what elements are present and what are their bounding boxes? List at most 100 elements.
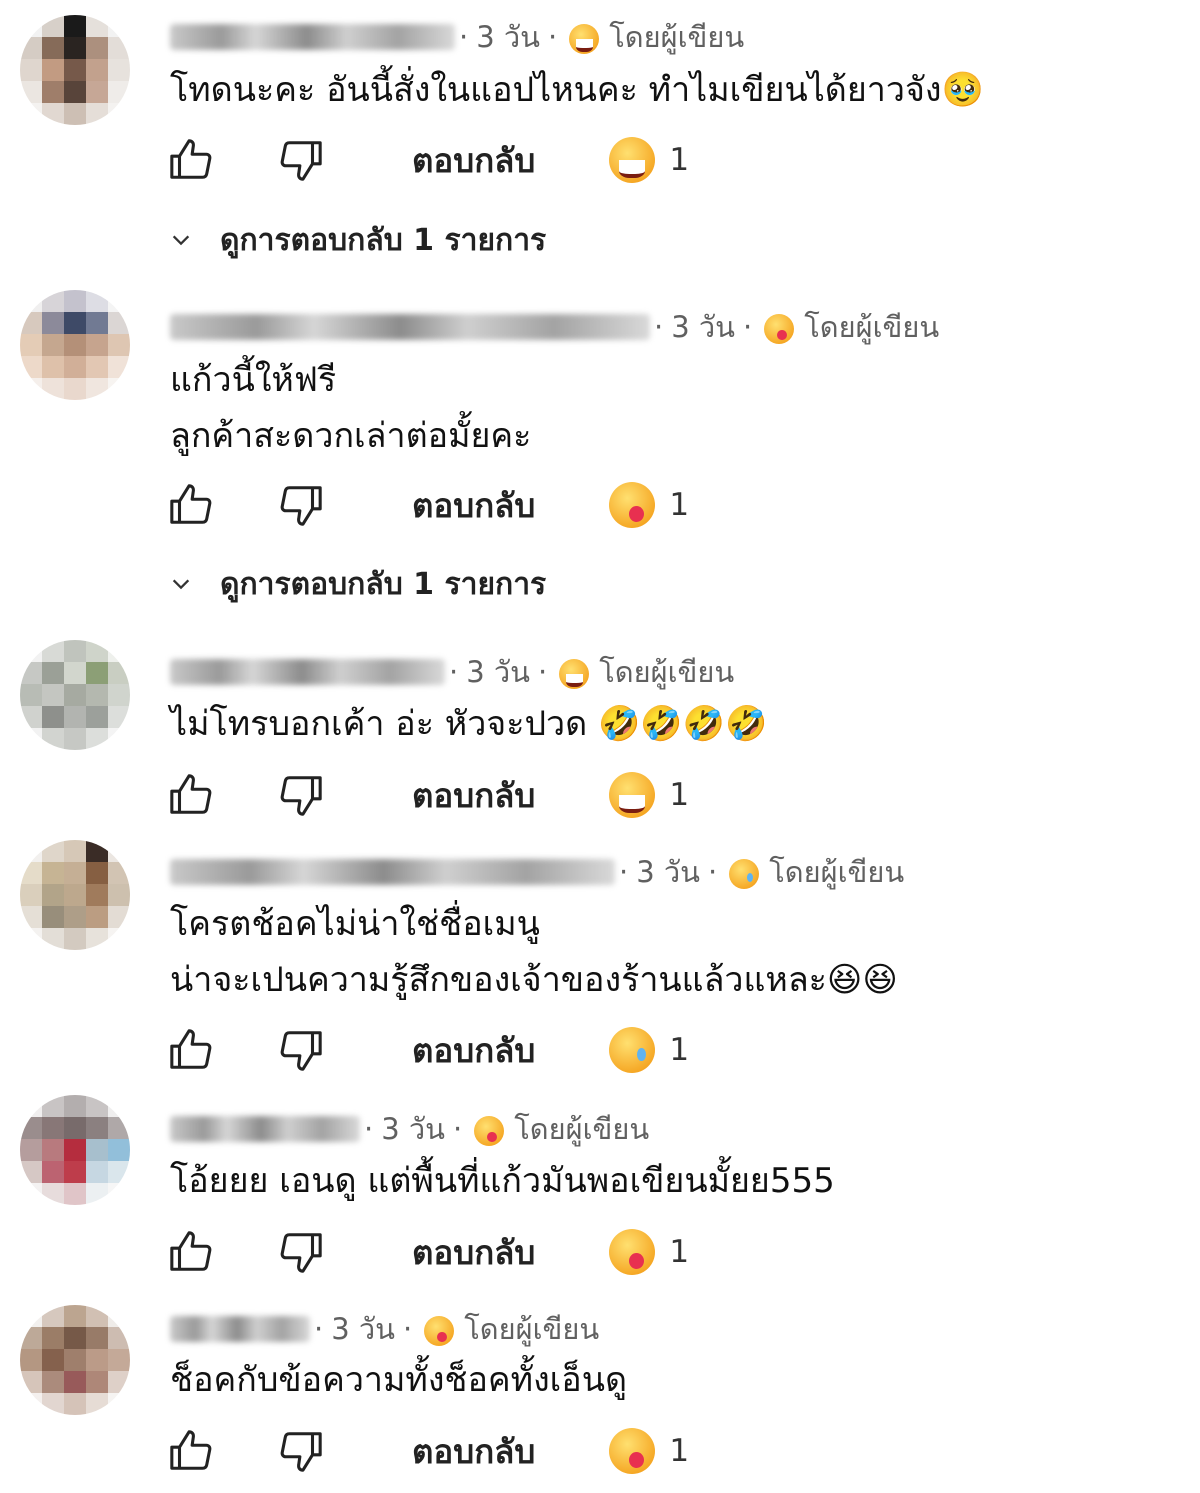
thumbs-up-icon[interactable] [168, 1229, 214, 1275]
thumbs-up-icon[interactable] [168, 137, 214, 183]
author-name-blurred[interactable] [170, 1316, 310, 1342]
comment-actions: ตอบกลับ 1 [168, 475, 689, 535]
separator-dot: · [449, 655, 459, 689]
comment-line: แก้วนี้ให้ฟรี [170, 360, 337, 400]
comment-line: โทดนะคะ อันนี้สั่งในแอปไหนคะ ทำไมเขียนได… [170, 70, 984, 110]
reaction-badge[interactable]: 1 [609, 482, 689, 528]
view-replies-button[interactable]: ดูการตอบกลับ 1 รายการ [170, 218, 546, 262]
comment-actions: ตอบกลับ 1 [168, 1020, 689, 1080]
comment-time: 3 วัน [381, 1112, 445, 1146]
comment-line: ลูกค้าสะดวกเล่าต่อมั้ยคะ [170, 416, 532, 456]
view-replies-label: ดูการตอบกลับ 1 รายการ [220, 566, 547, 602]
author-name-blurred[interactable] [170, 24, 455, 50]
comment-line: โอ้ยยย เอนดู แต่พื้นที่แก้วมันพอเขียนมั้… [170, 1161, 835, 1201]
author-name-blurred[interactable] [170, 314, 650, 340]
comment-actions: ตอบกลับ 1 [168, 1222, 689, 1282]
sad-relieved-emoji-icon [609, 1027, 656, 1073]
reply-button[interactable]: ตอบกลับ [412, 1226, 535, 1279]
reaction-badge[interactable]: 1 [609, 137, 689, 183]
avatar[interactable] [20, 640, 130, 750]
sad-relieved-emoji-icon [729, 859, 760, 889]
yum-tongue-emoji-icon [764, 314, 795, 344]
reaction-count: 1 [669, 142, 690, 178]
thumbs-down-icon[interactable] [278, 1428, 324, 1474]
reaction-count: 1 [669, 487, 690, 523]
reaction-badge[interactable]: 1 [609, 1428, 689, 1474]
reaction-badge[interactable]: 1 [609, 772, 689, 818]
author-reaction-label: โดยผู้เขียน [464, 1312, 600, 1346]
separator-dot: · [314, 1312, 324, 1346]
comment-time: 3 วัน [636, 855, 700, 889]
comment-actions: ตอบกลับ 1 [168, 1421, 689, 1481]
thumbs-up-icon[interactable] [168, 772, 214, 818]
author-name-blurred[interactable] [170, 659, 445, 685]
reaction-count: 1 [669, 1032, 690, 1068]
author-reaction-label: โดยผู้เขียน [804, 310, 940, 344]
grinning-emoji-icon [609, 772, 656, 818]
avatar[interactable] [20, 1305, 130, 1415]
comment-line: ไม่โทรบอกเค้า อ่ะ หัวจะปวด 🤣🤣🤣🤣 [170, 704, 768, 744]
author-name-blurred[interactable] [170, 1116, 360, 1142]
comment-text: โครตช้อคไม่น่าใช่ชื่อเมนู น่าจะเปนความรู… [170, 896, 898, 1008]
grinning-emoji-icon [559, 659, 590, 689]
separator-dot: · [654, 310, 664, 344]
reaction-badge[interactable]: 1 [609, 1027, 689, 1073]
reply-button[interactable]: ตอบกลับ [412, 769, 535, 822]
separator-dot: · [548, 20, 558, 54]
chevron-down-icon [172, 235, 190, 246]
author-reaction-label: โดยผู้เขียน [769, 855, 905, 889]
thumbs-down-icon[interactable] [278, 1229, 324, 1275]
separator-dot: · [743, 310, 753, 344]
reply-button[interactable]: ตอบกลับ [412, 1024, 535, 1077]
comment-line: น่าจะเปนความรู้สึกของเจ้าของร้านแล้วแหละ… [170, 960, 898, 1000]
thumbs-down-icon[interactable] [278, 137, 324, 183]
comment-meta: · 3 วัน · โดยผู้เขียน [170, 1112, 649, 1146]
separator-dot: · [708, 855, 718, 889]
yum-tongue-emoji-icon [609, 1428, 656, 1474]
reply-button[interactable]: ตอบกลับ [412, 479, 535, 532]
separator-dot: · [403, 1312, 413, 1346]
thumbs-down-icon[interactable] [278, 1027, 324, 1073]
grinning-emoji-icon [569, 24, 600, 54]
thumbs-up-icon[interactable] [168, 1027, 214, 1073]
view-replies-label: ดูการตอบกลับ 1 รายการ [220, 222, 547, 258]
thumbs-up-icon[interactable] [168, 1428, 214, 1474]
separator-dot: · [619, 855, 629, 889]
yum-tongue-emoji-icon [609, 482, 656, 528]
avatar[interactable] [20, 290, 130, 400]
reply-button[interactable]: ตอบกลับ [412, 134, 535, 187]
reply-button[interactable]: ตอบกลับ [412, 1425, 535, 1478]
grinning-emoji-icon [609, 137, 656, 183]
thumbs-down-icon[interactable] [278, 482, 324, 528]
comment-meta: · 3 วัน · โดยผู้เขียน [170, 1312, 599, 1346]
avatar[interactable] [20, 840, 130, 950]
yum-tongue-emoji-icon [424, 1316, 455, 1346]
yum-tongue-emoji-icon [609, 1229, 656, 1275]
comment-time: 3 วัน [331, 1312, 395, 1346]
chevron-down-icon [172, 579, 190, 590]
separator-dot: · [453, 1112, 463, 1146]
avatar[interactable] [20, 15, 130, 125]
view-replies-button[interactable]: ดูการตอบกลับ 1 รายการ [170, 562, 546, 606]
comment-time: 3 วัน [671, 310, 735, 344]
comment-line: โครตช้อคไม่น่าใช่ชื่อเมนู [170, 904, 540, 944]
comment-text: แก้วนี้ให้ฟรี ลูกค้าสะดวกเล่าต่อมั้ยคะ [170, 352, 531, 464]
yum-tongue-emoji-icon [474, 1116, 505, 1146]
thumbs-up-icon[interactable] [168, 482, 214, 528]
separator-dot: · [459, 20, 469, 54]
comment-actions: ตอบกลับ 1 [168, 130, 689, 190]
reaction-count: 1 [669, 1433, 690, 1469]
thumbs-down-icon[interactable] [278, 772, 324, 818]
comment-text: ไม่โทรบอกเค้า อ่ะ หัวจะปวด 🤣🤣🤣🤣 [170, 696, 767, 752]
comment-actions: ตอบกลับ 1 [168, 765, 689, 825]
comment-meta: · 3 วัน · โดยผู้เขียน [170, 20, 744, 54]
comment-line: ช็อคกับข้อความทั้งช็อคทั้งเอ็นดู [170, 1360, 628, 1400]
author-reaction-label: โดยผู้เขียน [599, 655, 735, 689]
avatar[interactable] [20, 1095, 130, 1205]
comment-text: ช็อคกับข้อความทั้งช็อคทั้งเอ็นดู [170, 1352, 627, 1408]
reaction-badge[interactable]: 1 [609, 1229, 689, 1275]
author-name-blurred[interactable] [170, 859, 615, 885]
comment-meta: · 3 วัน · โดยผู้เขียน [170, 655, 734, 689]
comment-time: 3 วัน [476, 20, 540, 54]
comment-meta: · 3 วัน · โดยผู้เขียน [170, 855, 904, 889]
